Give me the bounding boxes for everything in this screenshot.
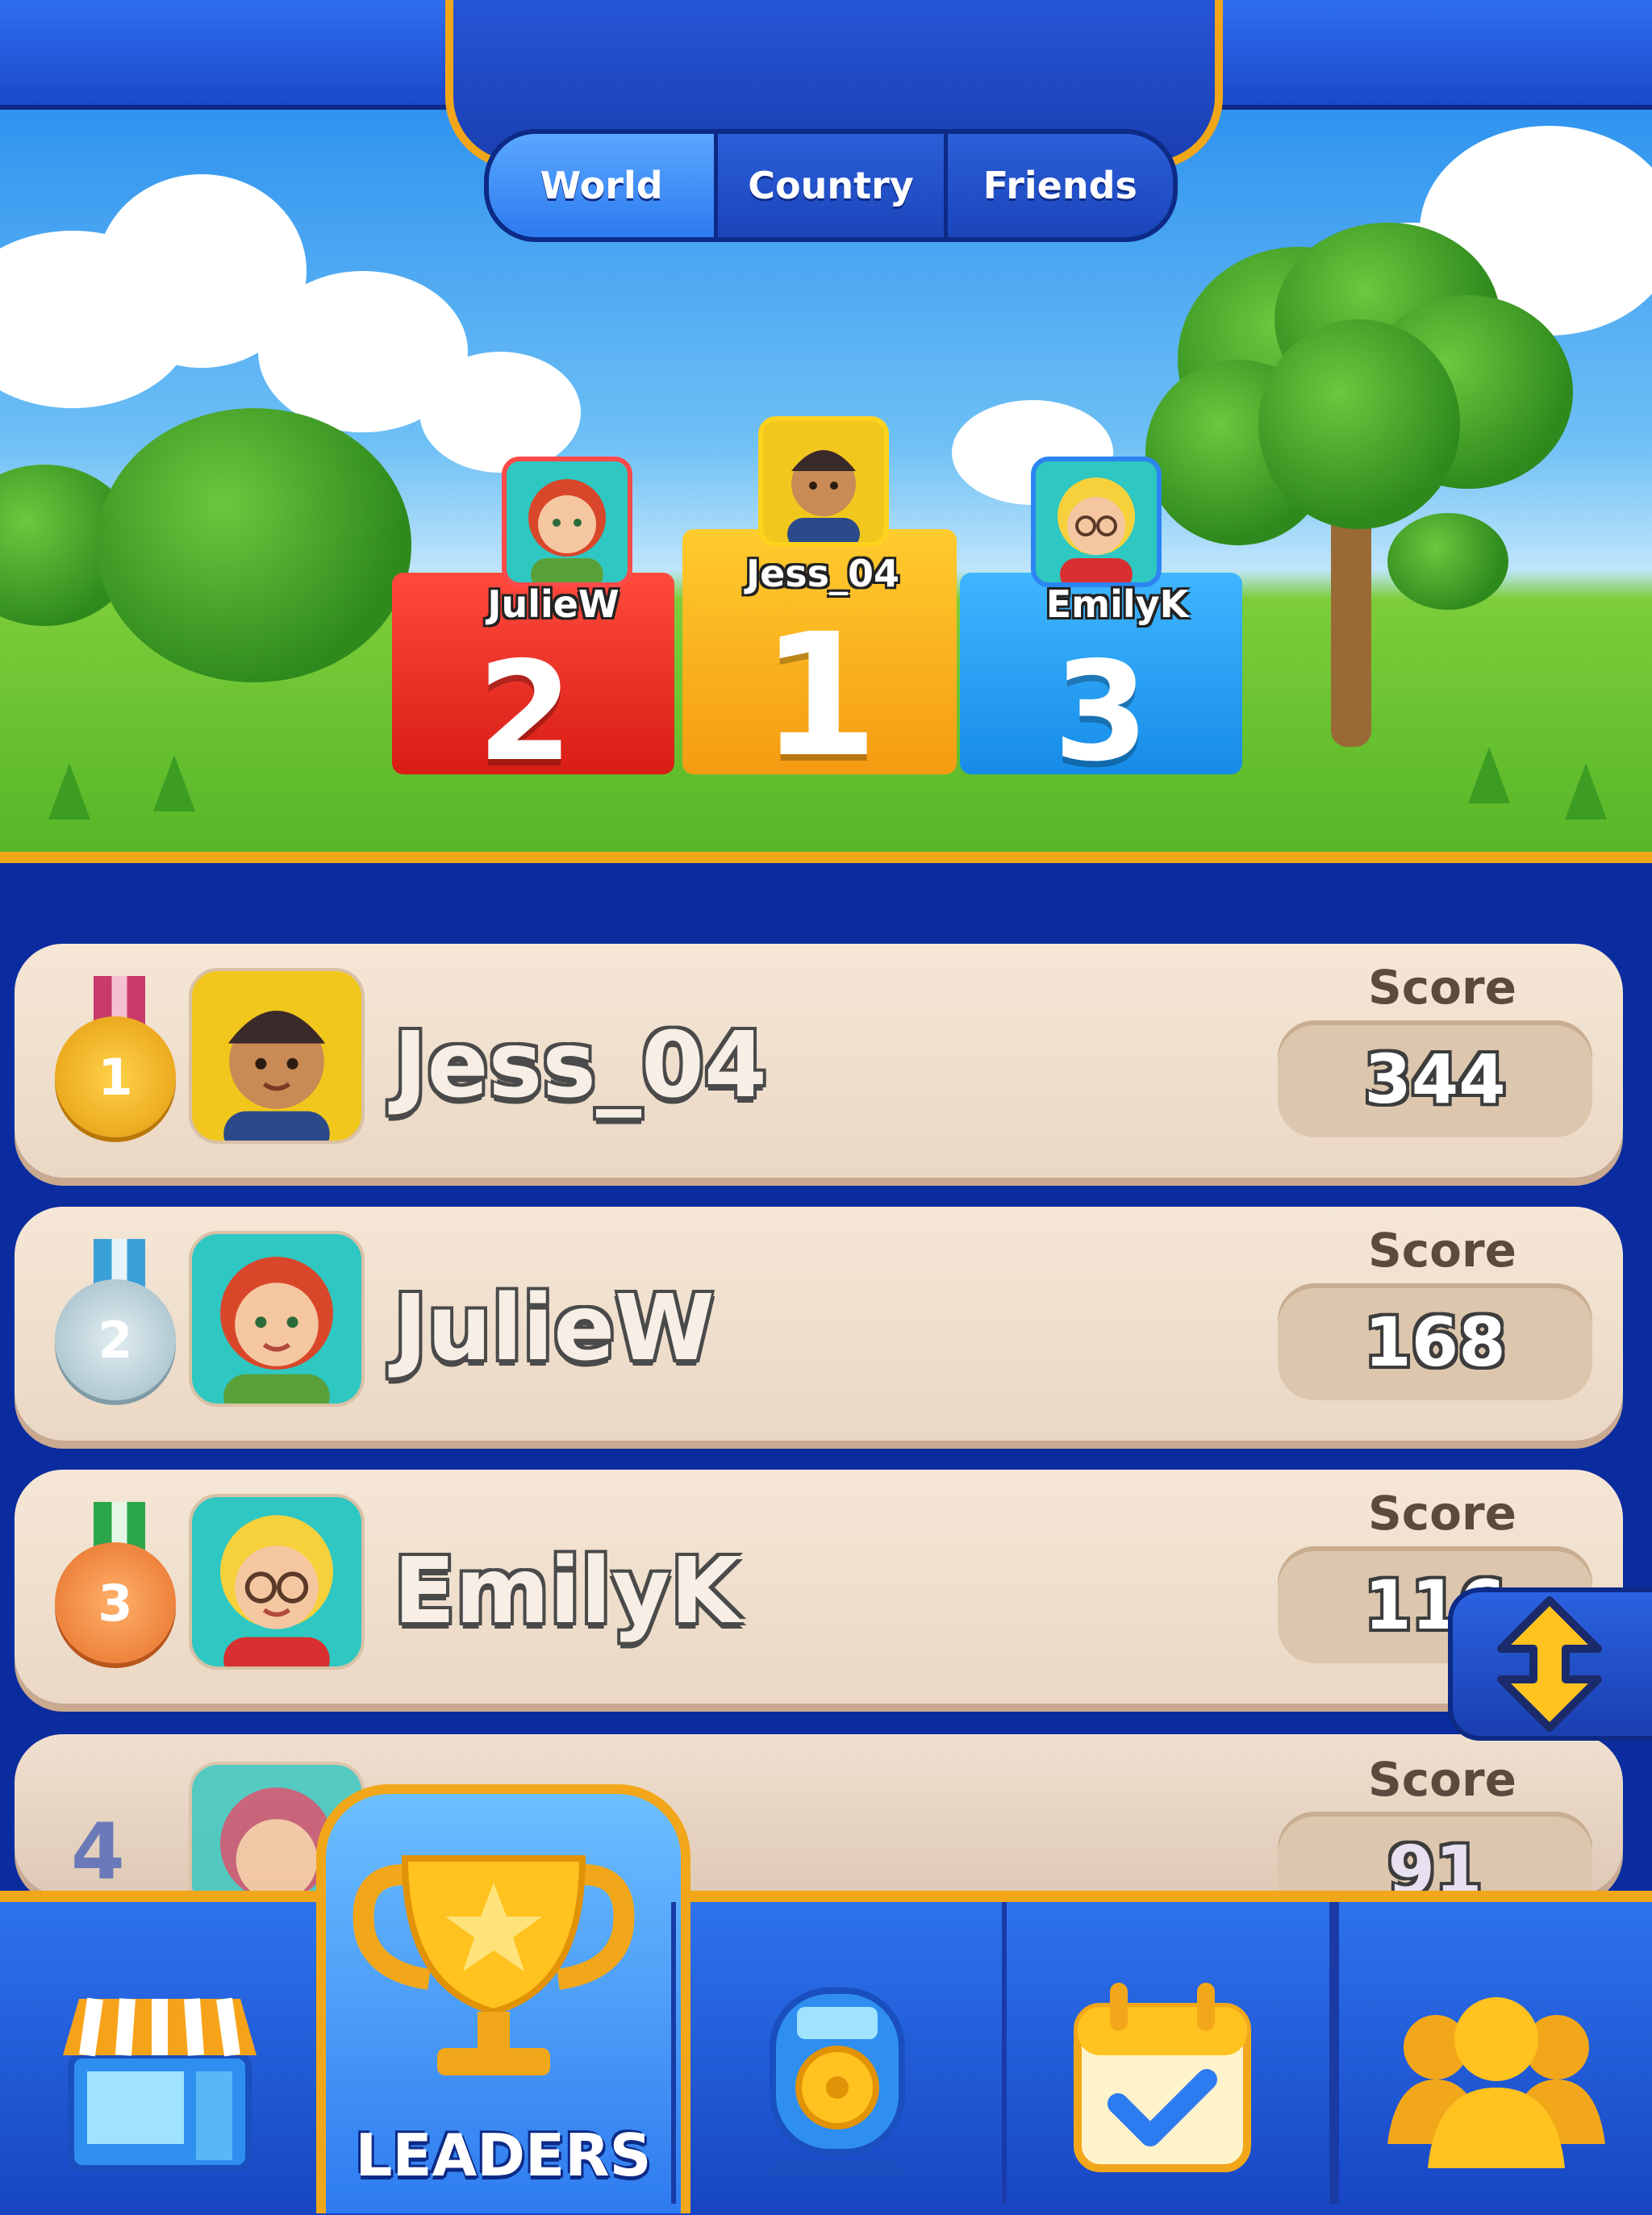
gold-medal-icon: 1 [55,976,184,1137]
avatar [189,1231,365,1407]
bush [97,408,411,682]
bush [1387,513,1508,610]
score-label: Score [1368,1752,1516,1807]
score-value: 168 [1278,1283,1592,1400]
tree-canopy [1258,319,1460,529]
podium-rank-third: 3 [1053,632,1149,792]
tab-friends[interactable]: Friends [947,134,1173,237]
leaderboard-row[interactable]: 4 Score 91 [15,1734,1623,1929]
tab-world[interactable]: World [489,134,719,237]
podium-avatar-first [758,416,889,547]
nav-train[interactable] [671,1902,1007,2204]
avatar [189,968,365,1144]
player-name: EmilyK [394,1539,740,1644]
podium-avatar-second [502,457,632,587]
podium-rank-first: 1 [760,597,879,795]
friends-icon [1387,1997,1605,2168]
silver-medal-icon: 2 [55,1239,184,1400]
grass-tuft [1565,763,1607,820]
nav-calendar[interactable] [997,1902,1334,2204]
avatar [189,1494,365,1670]
medal-rank: 3 [55,1542,176,1663]
scroll-handle[interactable] [1448,1587,1652,1741]
podium-avatar-third [1031,457,1162,587]
score-value: 344 [1278,1020,1592,1137]
calendar-check-icon [1074,1983,1251,2172]
grass-tuft [1468,747,1510,803]
score-label: Score [1368,1486,1516,1541]
medal-rank: 2 [55,1279,176,1400]
nav-friends[interactable] [1334,1902,1652,2204]
leaderboard-row[interactable]: 2 JulieW Score 168 [15,1207,1623,1441]
podium-name-third: EmilyK [1045,582,1189,626]
cloud [419,352,581,473]
podium-name-first: Jess_04 [745,552,900,595]
player-name: JulieW [394,1276,715,1381]
leaderboard-tabs: World Country Friends [484,129,1178,242]
podium-rank-second: 2 [477,632,574,792]
up-down-arrow-icon [1497,1596,1602,1732]
player-name: Jess_04 [394,1013,767,1118]
medal-rank: 1 [55,1016,176,1137]
leaderboard-row[interactable]: 1 Jess_04 Score 344 [15,944,1623,1178]
rank-number: 4 [71,1807,125,1897]
grass-tuft [48,763,90,820]
leaderboard-row[interactable]: 3 EmilyK Score 116 [15,1470,1623,1704]
grass-tuft [153,755,195,811]
podium-name-second: JulieW [487,582,620,626]
nav-shop[interactable] [0,1902,324,2204]
trophy-icon [353,1855,635,2075]
shop-icon [63,1997,257,2171]
score-label: Score [1368,960,1516,1015]
tab-country[interactable]: Country [718,134,948,237]
score-label: Score [1368,1223,1516,1278]
train-icon [765,1988,910,2176]
nav-leaders-label: LEADERS [355,2121,652,2189]
bronze-medal-icon: 3 [55,1502,184,1663]
